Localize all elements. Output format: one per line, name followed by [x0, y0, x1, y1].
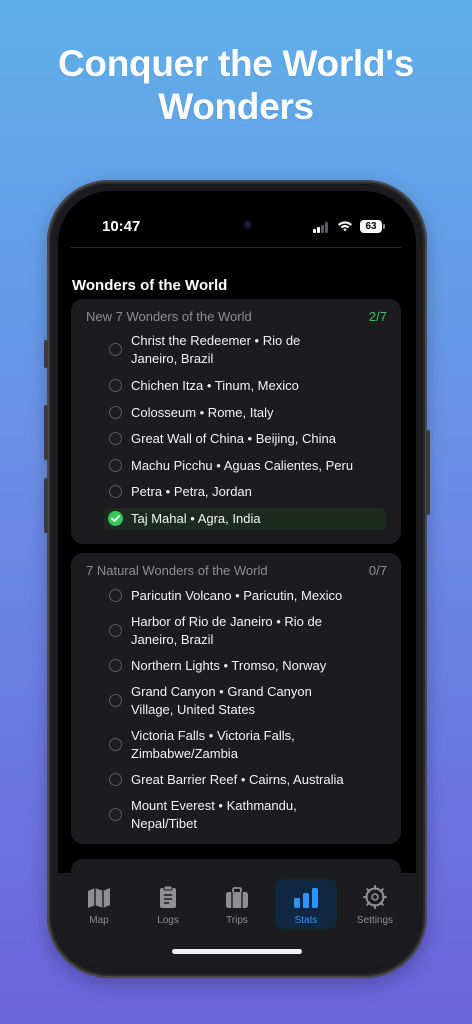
list-item-label: Colosseum • Rome, Italy	[131, 405, 274, 420]
side-button	[426, 430, 430, 515]
list-item[interactable]: Mount Everest • Kathmandu, Nepal/Tibet	[104, 796, 386, 834]
unchecked-circle-icon[interactable]	[109, 773, 122, 786]
unchecked-circle-icon[interactable]	[109, 659, 122, 672]
list-item[interactable]: Great Barrier Reef • Cairns, Australia	[104, 770, 386, 790]
list-item[interactable]: Christ the Redeemer • Rio de Janeiro, Bra…	[104, 331, 386, 369]
headline: Conquer the World's Wonders	[0, 42, 472, 128]
unchecked-circle-icon[interactable]	[109, 485, 122, 498]
tab-label: Stats	[294, 915, 318, 926]
tab-label: Trips	[226, 915, 248, 926]
list-item[interactable]: Grand Canyon • Grand Canyon Village, Unit…	[104, 682, 386, 720]
list-item[interactable]: Petra • Petra, Jordan	[104, 482, 386, 502]
page-title: Wonders of the World	[72, 277, 228, 294]
unchecked-circle-icon[interactable]	[109, 808, 122, 821]
dynamic-island	[178, 209, 294, 241]
gear-icon	[363, 885, 387, 909]
camera-icon	[243, 220, 252, 229]
list-item[interactable]: Great Wall of China • Beijing, China	[104, 429, 386, 449]
list-item-label: Christ the Redeemer • Rio de Janeiro, Bra…	[131, 333, 301, 366]
list-item-label: Great Wall of China • Beijing, China	[131, 431, 336, 446]
tab-trips[interactable]: Trips	[206, 879, 268, 929]
tab-map[interactable]: Map	[68, 879, 130, 929]
list-item[interactable]: Chichen Itza • Tinum, Mexico	[104, 376, 386, 396]
list-item[interactable]: Harbor of Rio de Janeiro • Rio de Janeiro…	[104, 612, 386, 650]
volume-up-button	[44, 405, 48, 460]
tab-stats[interactable]: Stats	[275, 879, 337, 929]
home-indicator[interactable]	[172, 949, 302, 954]
list-item[interactable]: Victoria Falls • Victoria Falls, Zimbabwe…	[104, 726, 386, 764]
list-item-label: Mount Everest • Kathmandu, Nepal/Tibet	[131, 798, 297, 831]
list-item[interactable]: Paricutin Volcano • Paricutin, Mexico	[104, 586, 386, 606]
headline-line-2: Wonders	[158, 86, 314, 127]
bar-chart-icon	[294, 888, 318, 908]
unchecked-circle-icon[interactable]	[109, 406, 122, 419]
phone-frame: 10:47 63 Wonders of the World New 7 Wond…	[44, 180, 430, 978]
tab-logs[interactable]: Logs	[137, 879, 199, 929]
phone-screen: 10:47 63 Wonders of the World New 7 Wond…	[58, 191, 416, 967]
list-item-label: Victoria Falls • Victoria Falls, Zimbabwe…	[131, 728, 295, 761]
unchecked-circle-icon[interactable]	[109, 459, 122, 472]
volume-down-button	[44, 478, 48, 533]
wifi-icon	[338, 221, 352, 232]
battery-tip	[383, 224, 385, 229]
checkmark-circle-icon[interactable]	[108, 511, 123, 526]
tab-settings[interactable]: Settings	[344, 879, 406, 929]
tab-label: Logs	[157, 915, 179, 926]
tab-label: Settings	[356, 915, 394, 926]
section-title: New 7 Wonders of the World	[86, 309, 252, 324]
unchecked-circle-icon[interactable]	[109, 694, 122, 707]
list-item-label: Great Barrier Reef • Cairns, Australia	[131, 772, 344, 787]
list-item-label: Taj Mahal • Agra, India	[131, 511, 261, 526]
section-title: 7 Natural Wonders of the World	[86, 563, 268, 578]
list-item-label: Harbor of Rio de Janeiro • Rio de Janeiro…	[131, 614, 322, 647]
battery-indicator: 63	[360, 220, 382, 233]
list-item-label: Northern Lights • Tromso, Norway	[131, 658, 327, 673]
unchecked-circle-icon[interactable]	[109, 432, 122, 445]
headline-line-1: Conquer the World's	[58, 43, 414, 84]
cellular-signal-icon	[313, 222, 331, 233]
suitcase-icon	[226, 887, 248, 908]
list-item-label: Grand Canyon • Grand Canyon Village, Unit…	[131, 684, 312, 717]
list-item-label: Chichen Itza • Tinum, Mexico	[131, 378, 299, 393]
list-item-checked[interactable]: Taj Mahal • Agra, India	[104, 508, 386, 530]
unchecked-circle-icon[interactable]	[109, 589, 122, 602]
list-item[interactable]: Colosseum • Rome, Italy	[104, 403, 386, 423]
section-progress-count: 2/7	[368, 309, 387, 324]
unchecked-circle-icon[interactable]	[109, 738, 122, 751]
map-icon	[88, 888, 110, 908]
section-progress-count: 0/7	[368, 563, 387, 578]
list-item-label: Petra • Petra, Jordan	[131, 484, 252, 499]
list-item[interactable]: Machu Picchu • Aguas Calientes, Peru	[104, 456, 386, 476]
unchecked-circle-icon[interactable]	[109, 379, 122, 392]
header-divider	[71, 247, 401, 248]
list-item[interactable]: Northern Lights • Tromso, Norway	[104, 656, 386, 676]
tab-label: Map	[89, 915, 109, 926]
status-time: 10:47	[102, 218, 141, 235]
list-item-label: Machu Picchu • Aguas Calientes, Peru	[131, 458, 354, 473]
unchecked-circle-icon[interactable]	[109, 343, 122, 356]
clipboard-icon	[160, 885, 176, 908]
action-button	[44, 340, 48, 368]
section-card-new-7-wonders: New 7 Wonders of the World 2/7 Christ th…	[71, 299, 401, 544]
section-card-natural-wonders: 7 Natural Wonders of the World 0/7 Paric…	[71, 553, 401, 844]
list-item-label: Paricutin Volcano • Paricutin, Mexico	[131, 588, 343, 603]
unchecked-circle-icon[interactable]	[109, 624, 122, 637]
